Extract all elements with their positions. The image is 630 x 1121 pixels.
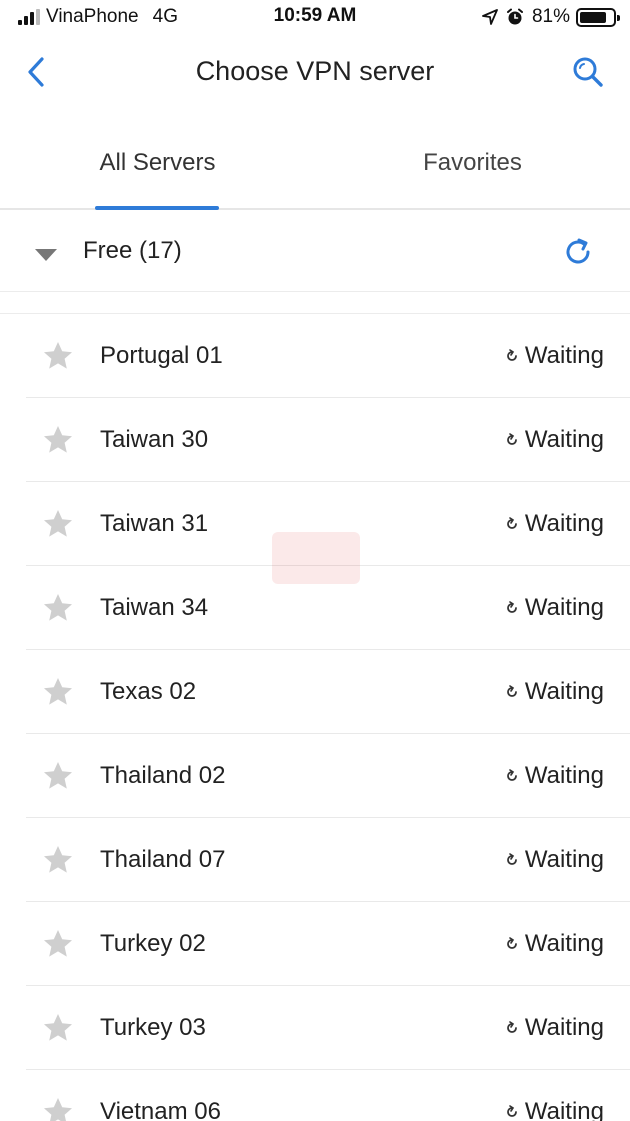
group-title: Free (17)	[83, 237, 182, 264]
spinner-icon	[506, 601, 517, 613]
server-status-label: Waiting	[524, 1098, 604, 1121]
server-status: Waiting	[505, 1014, 604, 1042]
server-status: Waiting	[505, 342, 604, 370]
server-row[interactable]: Thailand 02 Waiting	[26, 734, 630, 818]
server-status: Waiting	[505, 930, 604, 958]
spinner-icon	[506, 769, 517, 781]
server-status-label: Waiting	[524, 678, 604, 705]
spinner-icon	[506, 517, 517, 529]
server-status: Waiting	[505, 678, 604, 706]
triangle-down-icon[interactable]	[34, 248, 58, 262]
server-row[interactable]: Thailand 07 Waiting	[26, 818, 630, 902]
server-status-label: Waiting	[524, 342, 604, 369]
alarm-clock-icon	[506, 8, 523, 25]
server-status: Waiting	[505, 426, 604, 454]
server-status-label: Waiting	[524, 594, 604, 621]
search-icon	[573, 57, 603, 87]
star-icon[interactable]	[42, 340, 74, 372]
spinner-icon	[506, 853, 517, 865]
server-status-label: Waiting	[524, 510, 604, 537]
battery-percent: 81%	[531, 6, 570, 27]
star-icon[interactable]	[42, 592, 74, 624]
spinner-icon	[506, 433, 517, 445]
server-status-label: Waiting	[524, 426, 604, 453]
refresh-button[interactable]	[558, 232, 598, 272]
server-status: Waiting	[505, 510, 604, 538]
tab-all-servers[interactable]: All Servers	[0, 118, 315, 208]
star-icon[interactable]	[42, 1096, 74, 1121]
watermark-logo	[272, 532, 360, 584]
page-title: Choose VPN server	[195, 56, 435, 86]
server-status-label: Waiting	[524, 846, 604, 873]
status-bar: VinaPhone 4G 10:59 AM 81%	[0, 0, 630, 36]
star-icon[interactable]	[42, 676, 74, 708]
server-status: Waiting	[505, 1098, 604, 1121]
server-name: Turkey 03	[100, 1014, 206, 1041]
active-tab-indicator	[95, 206, 219, 210]
battery-fill	[580, 11, 606, 23]
server-group-header[interactable]: Free (17)	[0, 212, 630, 292]
tab-bar: All Servers Favorites	[0, 118, 630, 210]
server-name: Portugal 01	[100, 342, 223, 369]
server-status: Waiting	[505, 762, 604, 790]
server-status: Waiting	[505, 846, 604, 874]
search-button[interactable]	[568, 52, 608, 92]
nav-bar: Choose VPN server	[0, 36, 630, 108]
server-status-label: Waiting	[524, 1014, 604, 1041]
spinner-icon	[506, 1105, 517, 1117]
spinner-icon	[506, 937, 517, 949]
server-status: Waiting	[505, 594, 604, 622]
battery-icon	[576, 7, 620, 27]
server-name: Thailand 07	[100, 846, 226, 873]
status-right: 81%	[482, 6, 620, 28]
server-row[interactable]: Texas 02 Waiting	[26, 650, 630, 734]
server-list[interactable]: Portugal 01 Waiting Taiwan 30 Waiting Ta…	[0, 313, 630, 1121]
server-row[interactable]: Turkey 03 Waiting	[26, 986, 630, 1070]
star-icon[interactable]	[42, 928, 74, 960]
refresh-icon	[566, 238, 590, 264]
server-name: Taiwan 30	[100, 426, 209, 453]
spinner-icon	[506, 349, 517, 361]
star-icon[interactable]	[42, 760, 74, 792]
server-name: Texas 02	[100, 678, 197, 705]
tab-favorites[interactable]: Favorites	[315, 118, 630, 208]
star-icon[interactable]	[42, 1012, 74, 1044]
server-name: Turkey 02	[100, 930, 206, 957]
server-name: Taiwan 31	[100, 510, 209, 537]
server-row[interactable]: Turkey 02 Waiting	[26, 902, 630, 986]
location-arrow-icon	[482, 9, 498, 25]
star-icon[interactable]	[42, 424, 74, 456]
star-icon[interactable]	[42, 844, 74, 876]
server-row[interactable]: Portugal 01 Waiting	[26, 314, 630, 398]
spinner-icon	[506, 685, 517, 697]
server-name: Thailand 02	[100, 762, 226, 789]
server-status-label: Waiting	[524, 762, 604, 789]
server-row[interactable]: Vietnam 06 Waiting	[26, 1070, 630, 1121]
spinner-icon	[506, 1021, 517, 1033]
star-icon[interactable]	[42, 508, 74, 540]
server-name: Vietnam 06	[100, 1098, 221, 1121]
server-name: Taiwan 34	[100, 594, 209, 621]
server-status-label: Waiting	[524, 930, 604, 957]
server-row[interactable]: Taiwan 30 Waiting	[26, 398, 630, 482]
